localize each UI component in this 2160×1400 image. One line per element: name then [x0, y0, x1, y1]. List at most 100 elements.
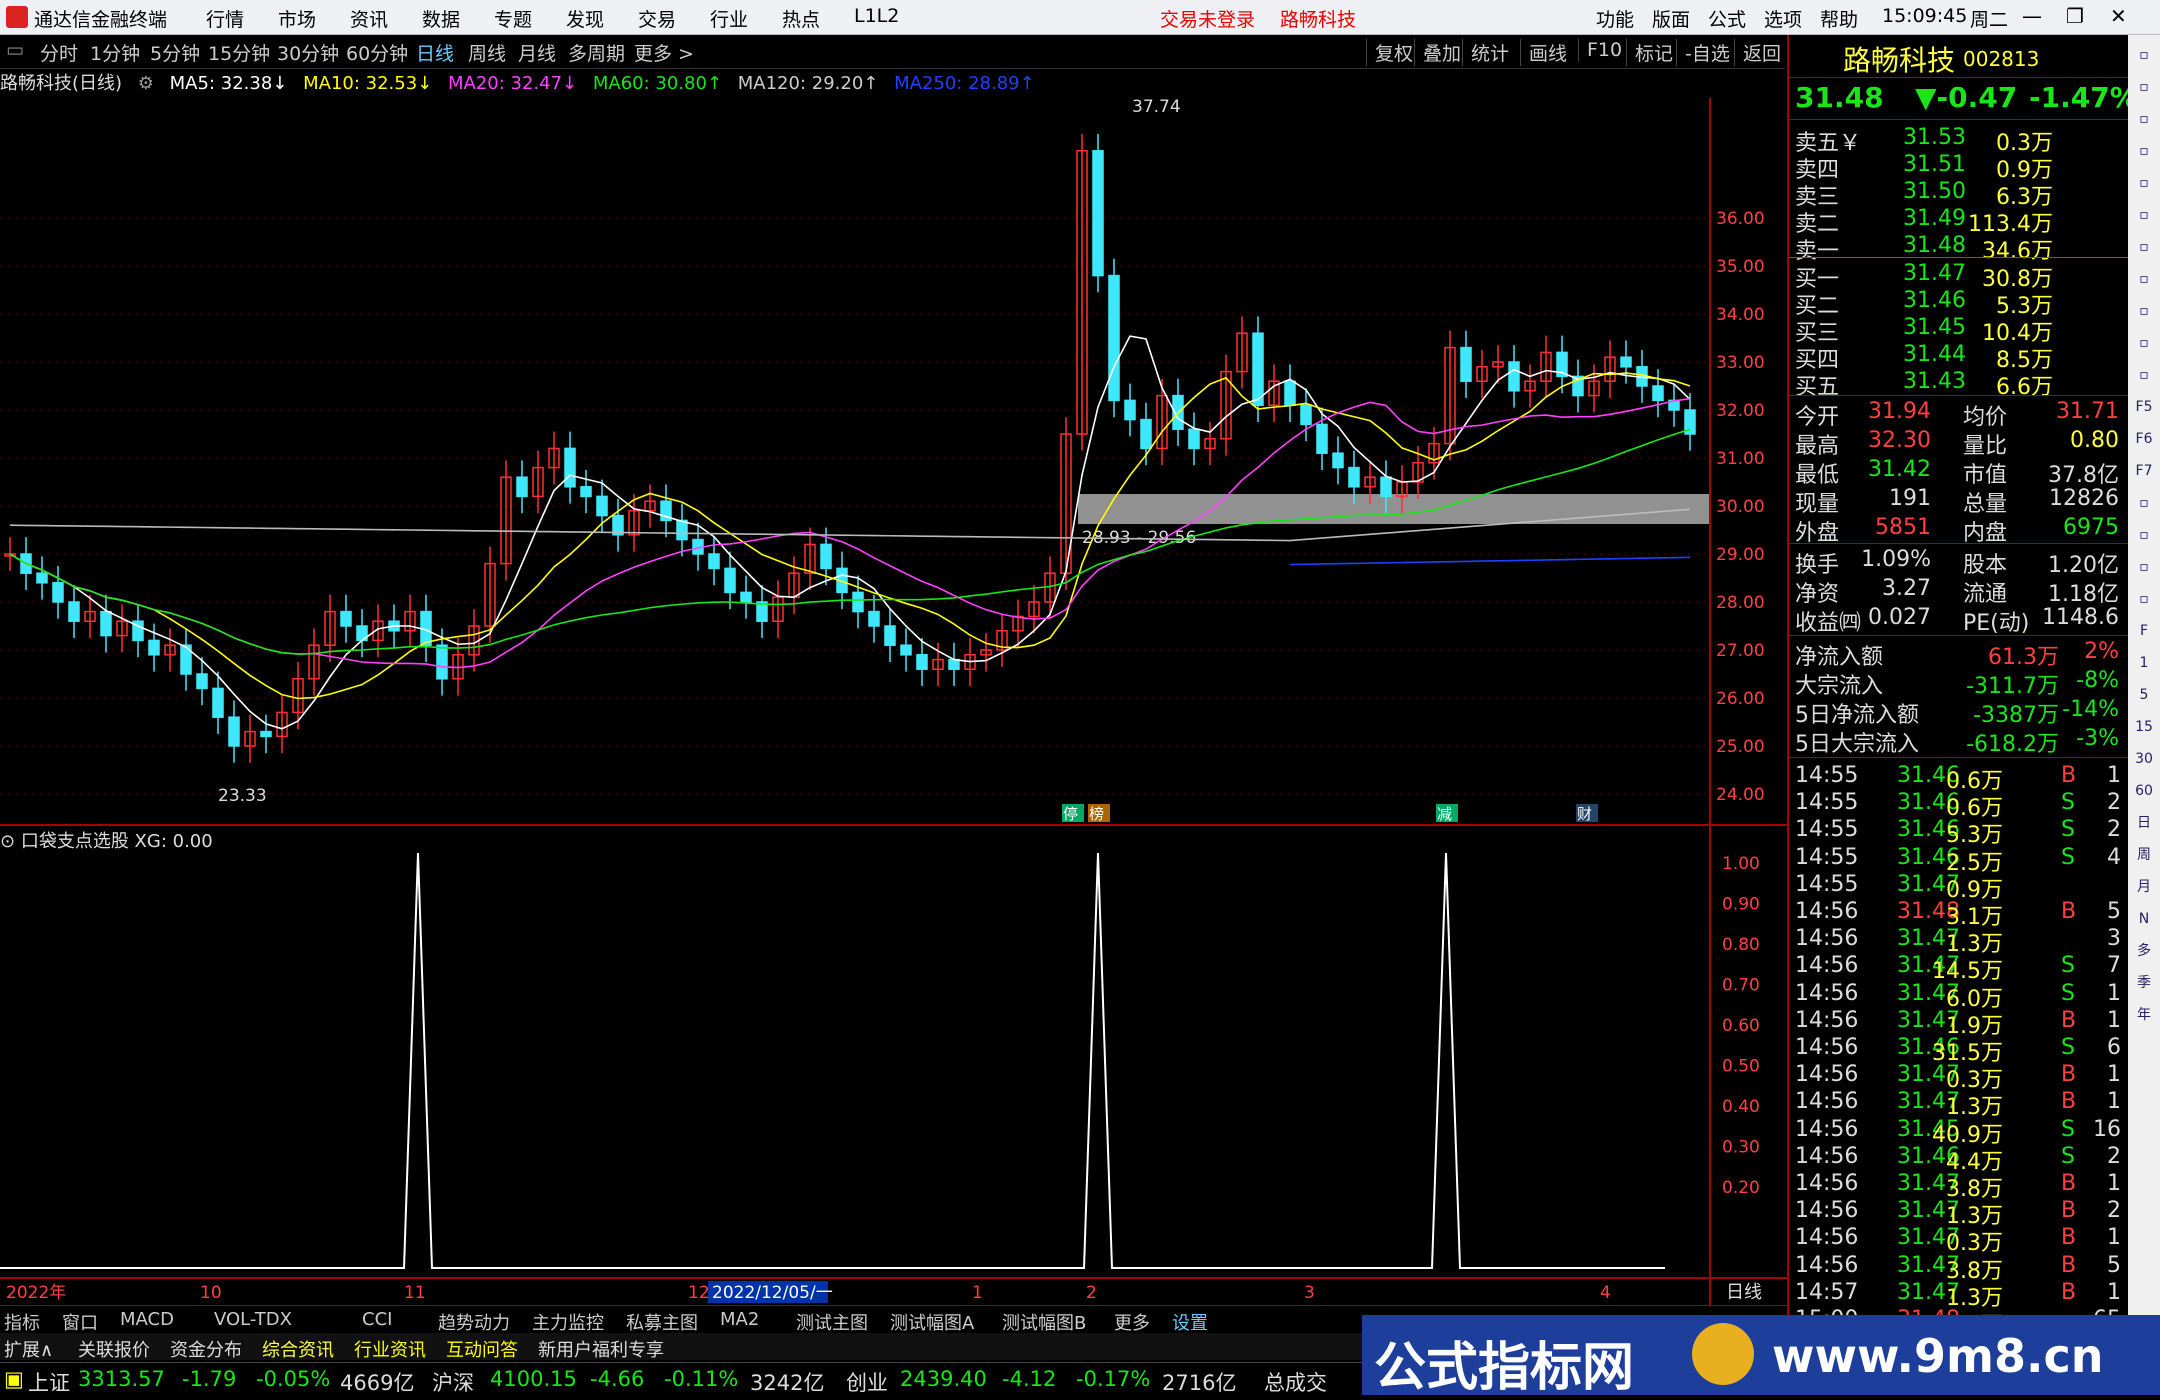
extension-tab[interactable]: 互动问答 — [446, 1336, 518, 1362]
side-chart-icon[interactable]: ▫ — [2132, 139, 2156, 163]
indicator-tab[interactable]: MA2 — [720, 1309, 759, 1330]
menu-news[interactable]: 资讯 — [350, 5, 388, 32]
indicator-tab[interactable]: VOL-TDX — [214, 1309, 292, 1330]
menu-trade[interactable]: 交易 — [638, 5, 676, 32]
side-doc-icon[interactable]: ▫ — [2132, 267, 2156, 291]
period-tab-30min[interactable]: 30分钟 — [277, 39, 339, 66]
side-F6-icon[interactable]: F6 — [2132, 427, 2156, 451]
indicator-tab[interactable]: 测试幅图B — [1002, 1309, 1086, 1335]
stat-row[interactable]: 最高 32.30 量比 0.80 — [1793, 428, 2123, 459]
period-tab-1min[interactable]: 1分钟 — [90, 39, 140, 66]
extension-tab[interactable]: 关联报价 — [78, 1336, 150, 1362]
back-button[interactable]: 返回 — [1734, 39, 1781, 66]
side-年-icon[interactable]: 年 — [2132, 1003, 2156, 1027]
indicator-tab[interactable]: 设置 — [1172, 1309, 1208, 1335]
side-季-icon[interactable]: 季 — [2132, 971, 2156, 995]
login-status[interactable]: 交易未登录 — [1160, 5, 1255, 32]
tick-row[interactable]: 14:55 31.46 5.3万 S 2 — [1793, 817, 2123, 848]
side-N-icon[interactable]: N — [2132, 907, 2156, 931]
extension-tab[interactable]: 资金分布 — [170, 1336, 242, 1362]
side-月-icon[interactable]: 月 — [2132, 875, 2156, 899]
side-F7-icon[interactable]: F7 — [2132, 459, 2156, 483]
indicator-tab[interactable]: 更多 — [1114, 1309, 1150, 1335]
flow-row[interactable]: 5日大宗流入 -618.2万 -3% — [1793, 726, 2123, 757]
stat2-row[interactable]: 收益㈣ 0.027 PE(动) 1148.6 — [1793, 605, 2123, 636]
side-candle-icon[interactable]: ▫ — [2132, 235, 2156, 259]
side-up-arrow-icon[interactable]: ▫ — [2132, 43, 2156, 67]
tick-row[interactable]: 14:56 31.47 3.8万 B 1 — [1793, 1171, 2123, 1202]
tick-row[interactable]: 14:56 31.47 0.3万 B 1 — [1793, 1062, 2123, 1093]
indicator-toggle-icon[interactable]: ⊙ — [0, 831, 15, 852]
side-bars-icon[interactable]: ▫ — [2132, 171, 2156, 195]
side-1-icon[interactable]: 1 — [2132, 651, 2156, 675]
bid-row[interactable]: 买三 31.45 10.4万 — [1793, 315, 2123, 346]
tick-row[interactable]: 14:55 31.46 0.6万 S 2 — [1793, 790, 2123, 821]
sh-index-name[interactable]: 上证 — [28, 1367, 70, 1397]
tick-row[interactable]: 14:56 31.47 3.8万 B 5 — [1793, 1253, 2123, 1284]
tick-row[interactable]: 14:56 31.45 40.9万 S 16 — [1793, 1117, 2123, 1148]
bid-row[interactable]: 买四 31.44 8.5万 — [1793, 342, 2123, 373]
tick-row[interactable]: 14:55 31.46 0.6万 B 1 — [1793, 763, 2123, 794]
side-F10-icon[interactable]: ▫ — [2132, 299, 2156, 323]
settings-gear-icon[interactable]: ⚙ — [138, 73, 154, 94]
side-周-icon[interactable]: 周 — [2132, 843, 2156, 867]
flow-row[interactable]: 净流入额 61.3万 2% — [1793, 639, 2123, 670]
indicator-tab[interactable]: 指标 — [4, 1309, 40, 1335]
stat-row[interactable]: 现量 191 总量 12826 — [1793, 486, 2123, 517]
tick-row[interactable]: 14:56 31.47 1.3万 3 — [1793, 926, 2123, 957]
stat-row[interactable]: 外盘 5851 内盘 6975 — [1793, 515, 2123, 546]
side-move-icon[interactable]: ▫ — [2132, 523, 2156, 547]
side-text-icon[interactable]: ▫ — [2132, 331, 2156, 355]
menu-industry[interactable]: 行业 — [710, 5, 748, 32]
mark-button[interactable]: 标记 — [1626, 39, 1673, 66]
tick-row[interactable]: 14:56 31.47 6.0万 S 1 — [1793, 981, 2123, 1012]
tick-row[interactable]: 14:56 31.48 3.1万 B 5 — [1793, 899, 2123, 930]
ask-row[interactable]: 卖五￥ 31.53 0.3万 — [1793, 125, 2123, 156]
cy-index-name[interactable]: 创业 — [846, 1367, 888, 1397]
ask-row[interactable]: 卖三 31.50 6.3万 — [1793, 179, 2123, 210]
tick-row[interactable]: 14:56 31.47 1.3万 B 2 — [1793, 1198, 2123, 1229]
menu-help[interactable]: 帮助 — [1820, 5, 1858, 32]
menu-options[interactable]: 选项 — [1764, 5, 1802, 32]
side-F5b-icon[interactable]: ▫ — [2132, 587, 2156, 611]
menu-quotes[interactable]: 行情 — [206, 5, 244, 32]
extension-tab[interactable]: 新用户福利专享 — [538, 1336, 664, 1362]
stat2-row[interactable]: 净资 3.27 流通 1.18亿 — [1793, 576, 2123, 607]
side-60-icon[interactable]: 60 — [2132, 779, 2156, 803]
menu-topics[interactable]: 专题 — [494, 5, 532, 32]
side-RSI-icon[interactable]: ▫ — [2132, 491, 2156, 515]
tick-row[interactable]: 14:56 31.47 0.3万 B 1 — [1793, 1225, 2123, 1256]
period-tab-monthly[interactable]: 月线 — [518, 39, 556, 66]
tick-row[interactable]: 14:57 31.47 1.3万 B 1 — [1793, 1280, 2123, 1311]
extension-tab[interactable]: 扩展∧ — [4, 1336, 53, 1362]
period-tab-weekly[interactable]: 周线 — [468, 39, 506, 66]
flow-row[interactable]: 大宗流入 -311.7万 -8% — [1793, 668, 2123, 699]
toolbar-grid-icon[interactable]: ▭ — [6, 39, 24, 61]
tick-row[interactable]: 14:56 31.46 31.5万 S 6 — [1793, 1035, 2123, 1066]
indicator-tab[interactable]: 主力监控 — [532, 1309, 604, 1335]
tick-row[interactable]: 14:56 31.47 1.3万 B 1 — [1793, 1089, 2123, 1120]
period-tab-60min[interactable]: 60分钟 — [346, 39, 408, 66]
tick-row[interactable]: 14:56 31.47 14.5万 S 7 — [1793, 953, 2123, 984]
adjust-button[interactable]: 复权 — [1366, 39, 1413, 66]
menu-discover[interactable]: 发现 — [566, 5, 604, 32]
ask-row[interactable]: 卖四 31.51 0.9万 — [1793, 152, 2123, 183]
restore-icon[interactable]: ❐ — [2066, 4, 2084, 28]
period-tab-multi[interactable]: 多周期 — [568, 39, 625, 66]
side-5-icon[interactable]: 5 — [2132, 683, 2156, 707]
bid-row[interactable]: 买二 31.46 5.3万 — [1793, 288, 2123, 319]
f10-button[interactable]: F10 — [1578, 39, 1622, 61]
indicator-tab[interactable]: 测试主图 — [796, 1309, 868, 1335]
kline-chart[interactable]: 28.93 - 29.56 37.74 23.33 24.0025.0026.0… — [0, 98, 1787, 1305]
side-日-icon[interactable]: 日 — [2132, 811, 2156, 835]
side-pen-icon[interactable]: ▫ — [2132, 555, 2156, 579]
stat-row[interactable]: 今开 31.94 均价 31.71 — [1793, 399, 2123, 430]
side-list-icon[interactable]: ▫ — [2132, 107, 2156, 131]
menu-function[interactable]: 功能 — [1596, 5, 1634, 32]
extension-tab[interactable]: 行业资讯 — [354, 1336, 426, 1362]
menu-l1l2[interactable]: L1L2 — [854, 5, 899, 27]
side-line-icon[interactable]: ▫ — [2132, 203, 2156, 227]
indicator-tab[interactable]: 趋势动力 — [438, 1309, 510, 1335]
indicator-tab[interactable]: 窗口 — [62, 1309, 98, 1335]
menu-data[interactable]: 数据 — [422, 5, 460, 32]
